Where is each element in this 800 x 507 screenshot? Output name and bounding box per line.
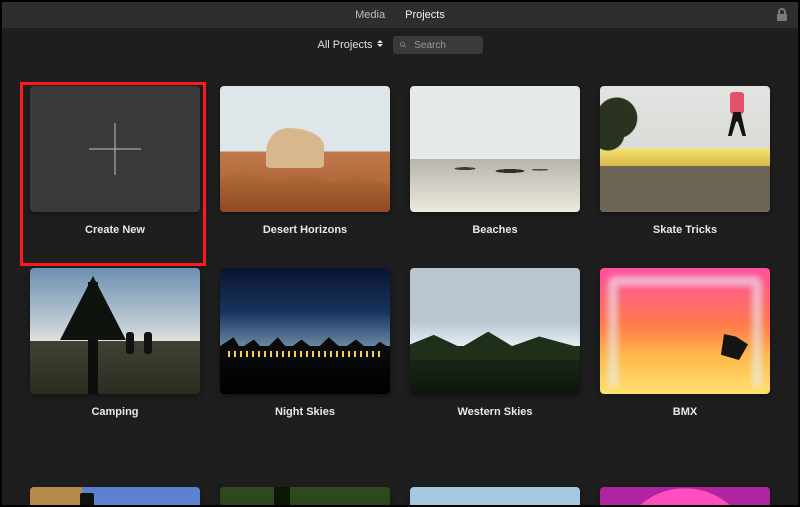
lock-icon[interactable] xyxy=(774,7,790,23)
project-label: Beaches xyxy=(472,224,517,236)
scope-label: All Projects xyxy=(317,39,372,51)
scope-dropdown[interactable]: All Projects xyxy=(317,39,384,51)
projects-window: Media Projects All Projects Create New xyxy=(0,0,800,507)
search-input[interactable] xyxy=(412,39,476,52)
grid-row: Create New Desert Horizons Beaches Skate… xyxy=(2,86,798,236)
create-new-cell: Create New xyxy=(30,86,200,236)
tab-media[interactable]: Media xyxy=(345,6,395,24)
grid-row xyxy=(2,487,798,505)
project-thumb[interactable] xyxy=(30,487,200,505)
project-cell: BMX xyxy=(600,268,770,418)
project-label: Western Skies xyxy=(457,406,532,418)
project-cell: Desert Horizons xyxy=(220,86,390,236)
project-thumb-camping[interactable] xyxy=(30,268,200,394)
project-label: Night Skies xyxy=(275,406,335,418)
project-thumb-bmx[interactable] xyxy=(600,268,770,394)
top-tab-bar: Media Projects xyxy=(2,2,798,28)
projects-grid: Create New Desert Horizons Beaches Skate… xyxy=(2,62,798,505)
create-new-label: Create New xyxy=(85,224,145,236)
project-thumb-beaches[interactable] xyxy=(410,86,580,212)
project-thumb[interactable] xyxy=(600,487,770,505)
project-thumb-western-skies[interactable] xyxy=(410,268,580,394)
project-label: Desert Horizons xyxy=(263,224,347,236)
project-cell: Night Skies xyxy=(220,268,390,418)
project-label: Camping xyxy=(91,406,138,418)
filter-bar: All Projects xyxy=(2,28,798,62)
project-cell: Skate Tricks xyxy=(600,86,770,236)
project-thumb[interactable] xyxy=(410,487,580,505)
project-thumb[interactable] xyxy=(220,487,390,505)
project-cell: Camping xyxy=(30,268,200,418)
grid-row: Camping Night Skies Western Skies BMX xyxy=(2,268,798,418)
search-box[interactable] xyxy=(393,36,483,54)
project-cell: Western Skies xyxy=(410,268,580,418)
project-label: BMX xyxy=(673,406,697,418)
project-cell: Beaches xyxy=(410,86,580,236)
search-icon xyxy=(399,40,407,50)
create-new-tile[interactable] xyxy=(30,86,200,212)
project-thumb-desert-horizons[interactable] xyxy=(220,86,390,212)
project-label: Skate Tricks xyxy=(653,224,717,236)
plus-icon xyxy=(89,123,141,175)
project-thumb-skate-tricks[interactable] xyxy=(600,86,770,212)
project-thumb-night-skies[interactable] xyxy=(220,268,390,394)
chevron-up-down-icon xyxy=(377,40,385,50)
tab-projects[interactable]: Projects xyxy=(395,6,455,24)
